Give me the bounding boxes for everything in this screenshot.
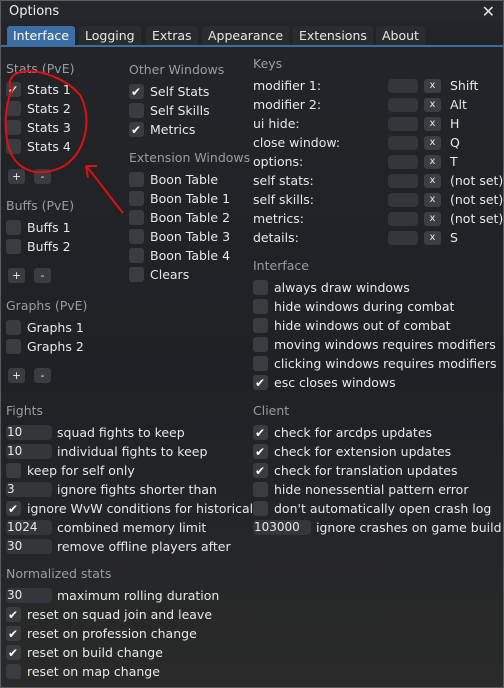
annotation-circle <box>4 70 88 174</box>
annotation-arrow <box>85 165 124 214</box>
red-annotation <box>4 70 124 214</box>
